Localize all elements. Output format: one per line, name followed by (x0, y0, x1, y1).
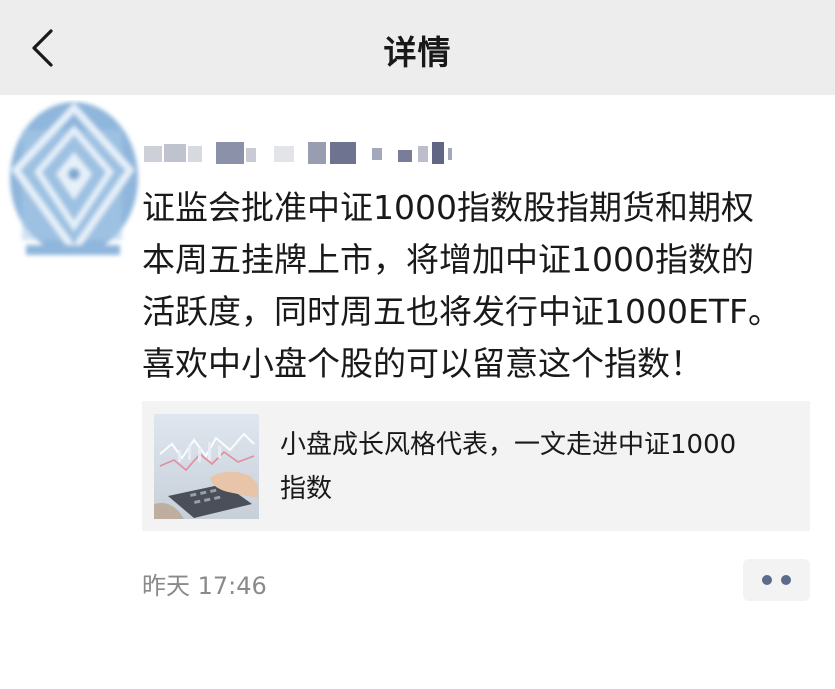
moment-detail-page: 详情 证监会批准中证1000指数股指期货和期权 本周五挂牌上市，将增加中证100… (0, 0, 835, 689)
avatar[interactable] (2, 100, 142, 260)
username-redacted[interactable] (142, 136, 462, 170)
article-title: 小盘成长风格代表，一文走进中证1000 指数 (280, 423, 800, 511)
post-content: 证监会批准中证1000指数股指期货和期权 本周五挂牌上市，将增加中证1000指数… (142, 182, 812, 390)
page-title: 详情 (383, 33, 452, 72)
article-title-line: 小盘成长风格代表，一文走进中证1000 (280, 430, 737, 460)
more-dots-icon (781, 575, 791, 585)
top-nav-bar: 详情 (0, 0, 835, 95)
more-dots-icon (762, 575, 772, 585)
article-title-line: 指数 (280, 474, 333, 504)
post-line: 喜欢中小盘个股的可以留意这个指数！ (142, 344, 703, 383)
post-timestamp: 昨天 17:46 (142, 572, 267, 600)
article-thumbnail (154, 414, 259, 519)
post-line: 证监会批准中证1000指数股指期货和期权 (142, 188, 754, 227)
post-line: 本周五挂牌上市，将增加中证1000指数的 (142, 240, 754, 279)
more-actions-button[interactable] (743, 559, 810, 601)
shared-article-card[interactable]: 小盘成长风格代表，一文走进中证1000 指数 (142, 401, 810, 531)
post-line: 活跃度，同时周五也将发行中证1000ETF。 (142, 292, 781, 331)
